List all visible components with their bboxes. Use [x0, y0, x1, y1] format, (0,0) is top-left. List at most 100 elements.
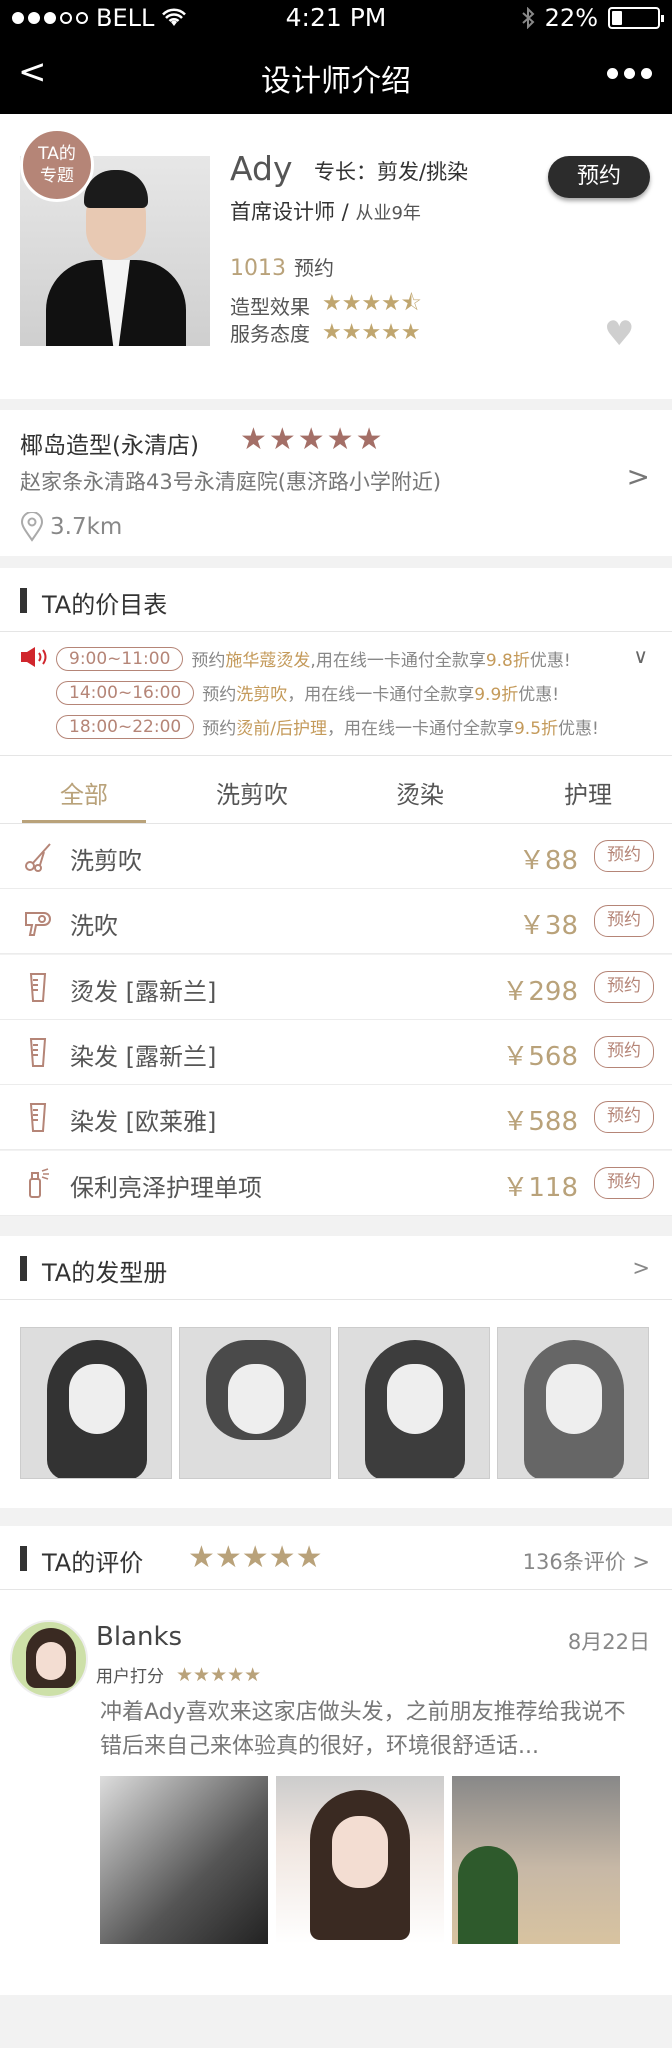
- rating-service-label: 服务态度: [230, 322, 310, 346]
- promo-panel: ∨ 9:00~11:00 预约 施华蔻烫发 ,用在线一卡通付全款享 9.8折 优惠! 14:…: [0, 632, 672, 756]
- service-row[interactable]: 保利亮泽护理单项 ￥118 预约: [0, 1150, 672, 1216]
- review-photo[interactable]: [100, 1776, 268, 1944]
- promo-text: ，用在线一卡通付全款享: [287, 685, 475, 705]
- review-count-link[interactable]: 136条评价 >: [523, 1546, 650, 1576]
- expand-chevron-icon[interactable]: ∨: [633, 644, 648, 668]
- promo-row[interactable]: 18:00~22:00 预约 烫前/后护理 ，用在线一卡通付全款享 9.5折 优惠!: [56, 714, 599, 739]
- battery-percent: 22%: [544, 4, 598, 32]
- service-book-button[interactable]: 预约: [594, 1101, 654, 1134]
- location-pin-icon: [20, 512, 44, 542]
- speaker-icon: [20, 646, 52, 673]
- salon-address: 赵家条永清路43号永清庭院(惠济路小学附近): [20, 470, 442, 494]
- gallery-photo[interactable]: [20, 1327, 172, 1479]
- tab-3[interactable]: 护理: [504, 756, 672, 823]
- salon-name: 椰岛造型(永清店): [20, 433, 199, 459]
- service-price: ￥38: [518, 911, 578, 942]
- designer-profile: TA的 专题 Ady 专长：剪发/挑染 首席设计师 / 从业9年 1013 预约 …: [0, 114, 672, 399]
- service-book-button[interactable]: 预约: [594, 970, 654, 1003]
- chevron-right-icon[interactable]: >: [627, 460, 650, 493]
- service-row[interactable]: 洗剪吹 ￥88 预约: [0, 824, 672, 889]
- review-header[interactable]: TA的评价 ★★★★★ 136条评价 >: [0, 1526, 672, 1590]
- score-stars: ★★★★★: [176, 1663, 262, 1686]
- service-row[interactable]: 洗吹 ￥38 预约: [0, 889, 672, 955]
- gallery-photo[interactable]: [179, 1327, 331, 1479]
- tab-2[interactable]: 烫染: [336, 756, 504, 823]
- promo-time-pill: 18:00~22:00: [56, 714, 195, 739]
- service-book-button[interactable]: 预约: [594, 840, 654, 872]
- service-row[interactable]: 染发 [露新兰] ￥568 预约: [0, 1019, 672, 1085]
- booking-number: 1013: [230, 256, 286, 281]
- service-price: ￥568: [502, 1041, 578, 1072]
- service-book-button[interactable]: 预约: [594, 905, 654, 938]
- salon-stars: ★★★★★: [240, 422, 385, 457]
- service-book-button[interactable]: 预约: [594, 1035, 654, 1068]
- badge-line2: 专题: [40, 166, 74, 186]
- service-price: ￥88: [518, 846, 578, 876]
- service-name: 洗吹: [70, 912, 118, 941]
- distance-value: 3.7km: [50, 514, 123, 540]
- hairstyle-gallery: [0, 1300, 672, 1508]
- rating-style-label: 造型效果: [230, 294, 310, 319]
- rating-service: 服务态度 ★★★★★: [230, 318, 421, 347]
- rating-service-stars: ★★★★★: [322, 320, 421, 345]
- service-name: 染发 [欧莱雅]: [70, 1108, 217, 1137]
- salon-card[interactable]: 椰岛造型(永清店) ★★★★★ 赵家条永清路43号永清庭院(惠济路小学附近) >…: [0, 410, 672, 556]
- promo-text: 优惠!: [518, 685, 560, 705]
- promo-row[interactable]: 9:00~11:00 预约 施华蔻烫发 ,用在线一卡通付全款享 9.8折 优惠!: [56, 646, 571, 671]
- review-text[interactable]: 冲着Ady喜欢来这家店做头发，之前朋友推荐给我说不错后来自己来体验真的很好，环境…: [100, 1696, 630, 1764]
- tab-0[interactable]: 全部: [0, 756, 168, 823]
- designer-title: 首席设计师 / 从业9年: [230, 196, 421, 226]
- promo-time-pill: 14:00~16:00: [56, 680, 195, 705]
- promo-discount: 9.8折: [485, 651, 530, 671]
- gallery-photo[interactable]: [338, 1327, 490, 1479]
- salon-distance: 3.7km: [20, 512, 122, 542]
- more-menu-button[interactable]: [607, 68, 652, 79]
- score-label: 用户打分: [96, 1667, 164, 1687]
- designer-role: 首席设计师 /: [230, 200, 349, 224]
- service-price: ￥588: [502, 1107, 578, 1138]
- battery-icon: [608, 7, 664, 29]
- promo-text: 预约: [202, 719, 237, 739]
- dye-tube-icon: [24, 1101, 52, 1133]
- review-photo[interactable]: [452, 1776, 620, 1944]
- chevron-right-icon[interactable]: >: [632, 1256, 650, 1280]
- reviewer-avatar: [10, 1620, 88, 1698]
- promo-discount: 9.9折: [474, 685, 519, 705]
- favorite-heart-icon[interactable]: ♥: [604, 314, 634, 354]
- service-row[interactable]: 烫发 [露新兰] ￥298 预约: [0, 954, 672, 1020]
- promo-service: 烫前/后护理: [236, 719, 327, 739]
- service-name: 烫发 [露新兰]: [70, 977, 217, 1006]
- service-row[interactable]: 染发 [欧莱雅] ￥588 预约: [0, 1085, 672, 1151]
- page-title: 设计师介绍: [261, 64, 411, 99]
- promo-time-pill: 9:00~11:00: [56, 646, 184, 671]
- dye-tube-icon: [24, 971, 52, 1003]
- status-bar: BELL 4:21 PM 22%: [0, 0, 672, 38]
- topic-badge[interactable]: TA的 专题: [20, 128, 94, 202]
- designer-experience: 从业9年: [355, 203, 421, 224]
- gallery-header[interactable]: TA的发型册 >: [0, 1236, 672, 1300]
- service-name: 洗剪吹: [70, 847, 142, 875]
- dye-tube-icon: [24, 1036, 52, 1068]
- price-list-title: TA的价目表: [42, 591, 168, 619]
- spray-bottle-icon: [24, 1167, 52, 1199]
- scissors-icon: [24, 840, 52, 872]
- designer-specialty: 专长：剪发/挑染: [314, 160, 469, 184]
- designer-name: Ady: [230, 149, 293, 188]
- promo-text: ,用在线一卡通付全款享: [310, 651, 486, 671]
- reviewer-name: Blanks: [96, 1622, 183, 1652]
- booking-label: 预约: [294, 256, 334, 280]
- service-price: ￥118: [502, 1172, 578, 1203]
- badge-line1: TA的: [38, 144, 76, 164]
- promo-text: 优惠!: [529, 651, 571, 671]
- review-title: TA的评价: [42, 1549, 144, 1577]
- tab-1[interactable]: 洗剪吹: [168, 756, 336, 823]
- service-book-button[interactable]: 预约: [594, 1166, 654, 1199]
- promo-text: 优惠!: [558, 719, 599, 739]
- reviewer-score: 用户打分 ★★★★★: [96, 1662, 262, 1688]
- promo-text: 预约: [191, 651, 226, 671]
- gallery-photo[interactable]: [497, 1327, 649, 1479]
- hair-dryer-icon: [24, 905, 52, 937]
- book-designer-button[interactable]: 预约: [548, 156, 650, 198]
- review-photo[interactable]: [276, 1776, 444, 1944]
- promo-row[interactable]: 14:00~16:00 预约 洗剪吹 ，用在线一卡通付全款享 9.9折 优惠!: [56, 680, 559, 705]
